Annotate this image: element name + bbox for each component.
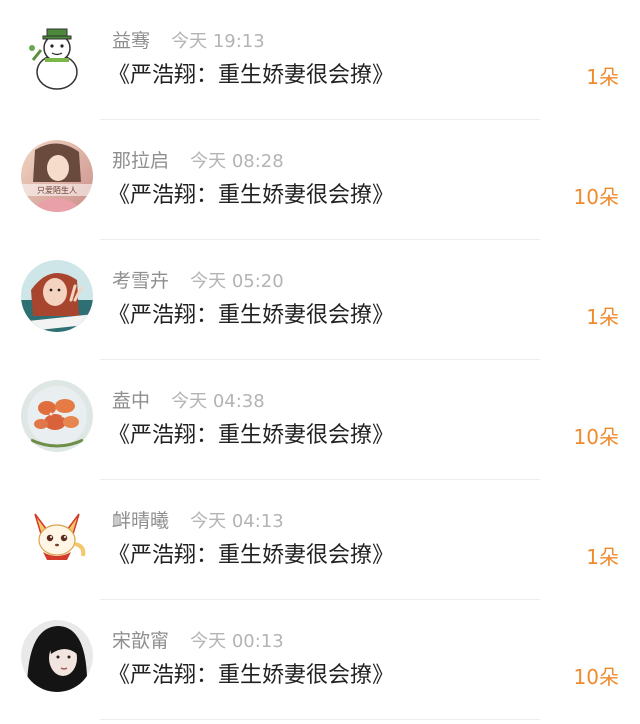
cartoon-fox-avatar-icon (21, 500, 93, 572)
list-item[interactable]: 考雪卉 今天 05:20 《严浩翔：重生娇妻很会撩》 1朵 (0, 240, 640, 360)
avatar[interactable] (21, 500, 93, 572)
user-name[interactable]: 那拉启 (112, 150, 169, 172)
flower-count: 10朵 (573, 185, 619, 209)
user-name[interactable]: 益骞 (112, 30, 150, 52)
food-plate-avatar-icon (21, 380, 93, 452)
gift-title: 《严浩翔：重生娇妻很会撩》 (108, 543, 395, 568)
user-name[interactable]: 盍中 (112, 390, 150, 412)
record-meta: 盍中 今天 04:38 (112, 387, 265, 415)
flower-count: 10朵 (573, 665, 619, 689)
record-meta: 衅晴曦 今天 04:13 (112, 507, 284, 535)
user-name[interactable]: 考雪卉 (112, 270, 169, 292)
girl-portrait-avatar-icon (21, 620, 93, 692)
avatar[interactable] (21, 20, 93, 92)
avatar[interactable] (21, 260, 93, 332)
record-meta: 宋歆甯 今天 00:13 (112, 627, 284, 655)
flower-count: 1朵 (586, 65, 619, 89)
timestamp: 今天 05:20 (190, 271, 284, 292)
record-meta: 考雪卉 今天 05:20 (112, 267, 284, 295)
timestamp: 今天 08:28 (190, 151, 284, 172)
timestamp: 今天 04:38 (171, 391, 265, 412)
list-item[interactable]: 只爱陌生人 那拉启 今天 08:28 《严浩翔：重生娇妻很会撩》 10朵 (0, 120, 640, 240)
avatar[interactable]: 只爱陌生人 (21, 140, 93, 212)
list-item[interactable]: 益骞 今天 19:13 《严浩翔：重生娇妻很会撩》 1朵 (0, 0, 640, 120)
gift-record-list: 益骞 今天 19:13 《严浩翔：重生娇妻很会撩》 1朵 只爱陌生人 那拉启 今… (0, 0, 640, 720)
flower-count: 1朵 (586, 305, 619, 329)
avatar-caption: 只爱陌生人 (37, 185, 77, 195)
record-meta: 那拉启 今天 08:28 (112, 147, 284, 175)
user-name[interactable]: 衅晴曦 (112, 510, 169, 532)
gift-title: 《严浩翔：重生娇妻很会撩》 (108, 423, 395, 448)
timestamp: 今天 04:13 (190, 511, 284, 532)
gift-title: 《严浩翔：重生娇妻很会撩》 (108, 63, 395, 88)
divider (100, 719, 540, 720)
record-meta: 益骞 今天 19:13 (112, 27, 265, 55)
timestamp: 今天 00:13 (190, 631, 284, 652)
user-name[interactable]: 宋歆甯 (112, 630, 169, 652)
gift-title: 《严浩翔：重生娇妻很会撩》 (108, 663, 395, 688)
gift-title: 《严浩翔：重生娇妻很会撩》 (108, 303, 395, 328)
girl-peace-sign-avatar-icon (21, 260, 93, 332)
timestamp: 今天 19:13 (171, 31, 265, 52)
avatar[interactable] (21, 380, 93, 452)
avatar[interactable] (21, 620, 93, 692)
flower-count: 1朵 (586, 545, 619, 569)
girl-photo-avatar-icon: 只爱陌生人 (21, 140, 93, 212)
list-item[interactable]: 盍中 今天 04:38 《严浩翔：重生娇妻很会撩》 10朵 (0, 360, 640, 480)
gift-title: 《严浩翔：重生娇妻很会撩》 (108, 183, 395, 208)
list-item[interactable]: 衅晴曦 今天 04:13 《严浩翔：重生娇妻很会撩》 1朵 (0, 480, 640, 600)
flower-count: 10朵 (573, 425, 619, 449)
list-item[interactable]: 宋歆甯 今天 00:13 《严浩翔：重生娇妻很会撩》 10朵 (0, 600, 640, 720)
snowman-avatar-icon (21, 20, 93, 92)
